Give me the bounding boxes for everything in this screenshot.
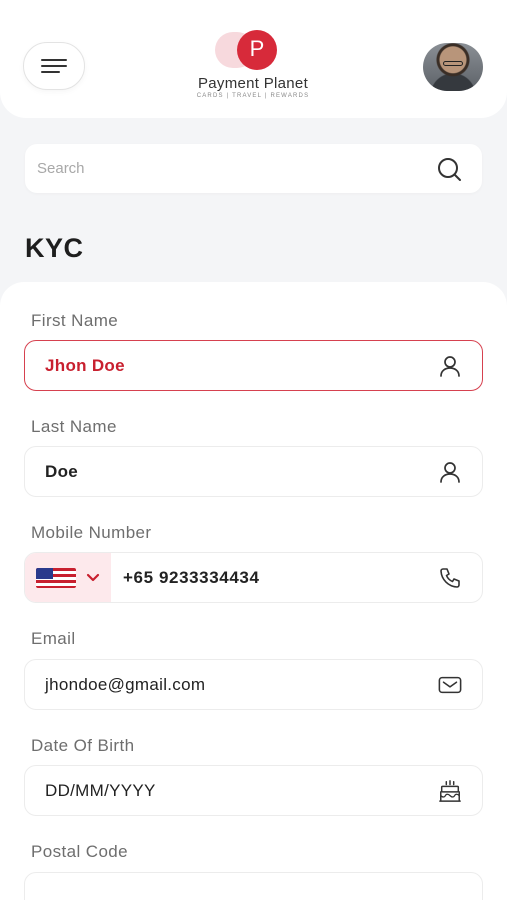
page-title: KYC [25, 233, 84, 263]
chevron-down-icon [86, 573, 100, 581]
dob-label: Date Of Birth [31, 736, 135, 755]
cake-icon [438, 779, 462, 803]
phone-icon [438, 566, 462, 590]
app-header: P Payment Planet CARDS | TRAVEL | REWARD… [0, 0, 507, 118]
search-icon[interactable] [436, 156, 462, 182]
postal-code-label: Postal Code [31, 842, 129, 861]
mobile-number-input[interactable]: +65 9233334434 [111, 568, 438, 588]
hamburger-icon [41, 59, 67, 73]
first-name-label: First Name [31, 311, 119, 330]
brand-name: Payment Planet [197, 75, 309, 92]
last-name-value: Doe [45, 461, 79, 481]
email-label: Email [31, 629, 76, 648]
us-flag-icon [36, 567, 76, 588]
first-name-value: Jhon Doe [45, 355, 125, 375]
mail-icon [438, 673, 462, 697]
kyc-form: First Name Jhon Doe Last Name Doe Mobile… [0, 282, 507, 900]
search-input[interactable] [37, 160, 436, 177]
last-name-label: Last Name [31, 417, 117, 436]
brand-logo[interactable]: P Payment Planet CARDS | TRAVEL | REWARD… [153, 30, 353, 104]
email-field[interactable]: jhondoe@gmail.com [24, 659, 483, 710]
logo-initial: P [237, 30, 277, 70]
dob-field[interactable]: DD/MM/YYYY [24, 765, 483, 816]
email-value: jhondoe@gmail.com [45, 674, 206, 694]
postal-code-field[interactable] [24, 872, 483, 900]
brand-tagline: CARDS | TRAVEL | REWARDS [196, 93, 310, 99]
user-icon [438, 354, 462, 378]
mobile-number-field: +65 9233334434 [24, 552, 483, 603]
mobile-number-label: Mobile Number [31, 523, 152, 542]
avatar[interactable] [423, 43, 483, 91]
last-name-field[interactable]: Doe [24, 446, 483, 497]
menu-button[interactable] [23, 42, 85, 90]
dob-value: DD/MM/YYYY [45, 780, 156, 800]
user-icon [438, 460, 462, 484]
country-code-select[interactable] [25, 553, 111, 602]
first-name-field[interactable]: Jhon Doe [24, 340, 483, 391]
search-bar [25, 144, 482, 193]
logo-mark: P [213, 30, 293, 70]
